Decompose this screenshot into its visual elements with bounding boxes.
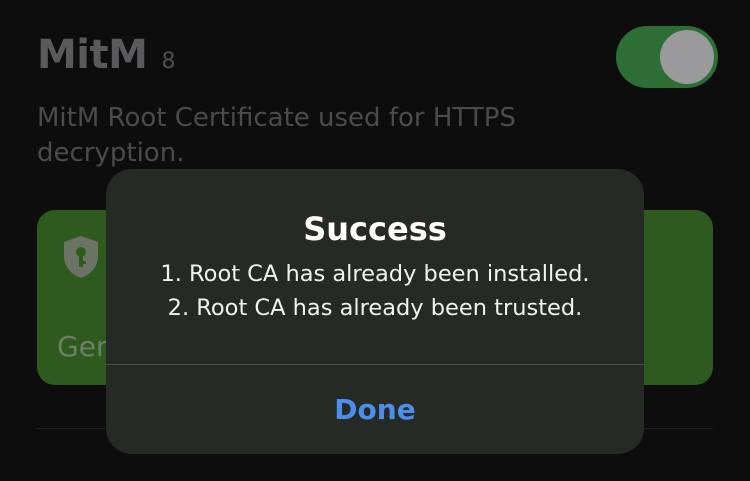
alert-content: Success 1. Root CA has already been inst…	[106, 209, 644, 325]
alert-message-line: 1. Root CA has already been installed.	[160, 261, 590, 287]
success-alert: Success 1. Root CA has already been inst…	[106, 169, 644, 454]
alert-message: 1. Root CA has already been installed. 2…	[106, 257, 644, 325]
section-header: MitM 8	[37, 32, 175, 78]
card-label: Ger	[57, 330, 108, 363]
section-description: MitM Root Certificate used for HTTPS dec…	[37, 103, 516, 168]
done-button[interactable]: Done	[106, 365, 644, 454]
shield-key-icon	[64, 236, 98, 278]
section-title: MitM	[37, 32, 148, 78]
alert-title: Success	[303, 210, 447, 248]
toggle-knob	[660, 30, 714, 84]
screen: MitM 8 MitM Root Certificate used for HT…	[0, 0, 750, 481]
mitm-toggle[interactable]	[616, 26, 718, 88]
alert-message-line: 2. Root CA has already been trusted.	[167, 295, 583, 321]
section-count: 8	[161, 49, 176, 74]
